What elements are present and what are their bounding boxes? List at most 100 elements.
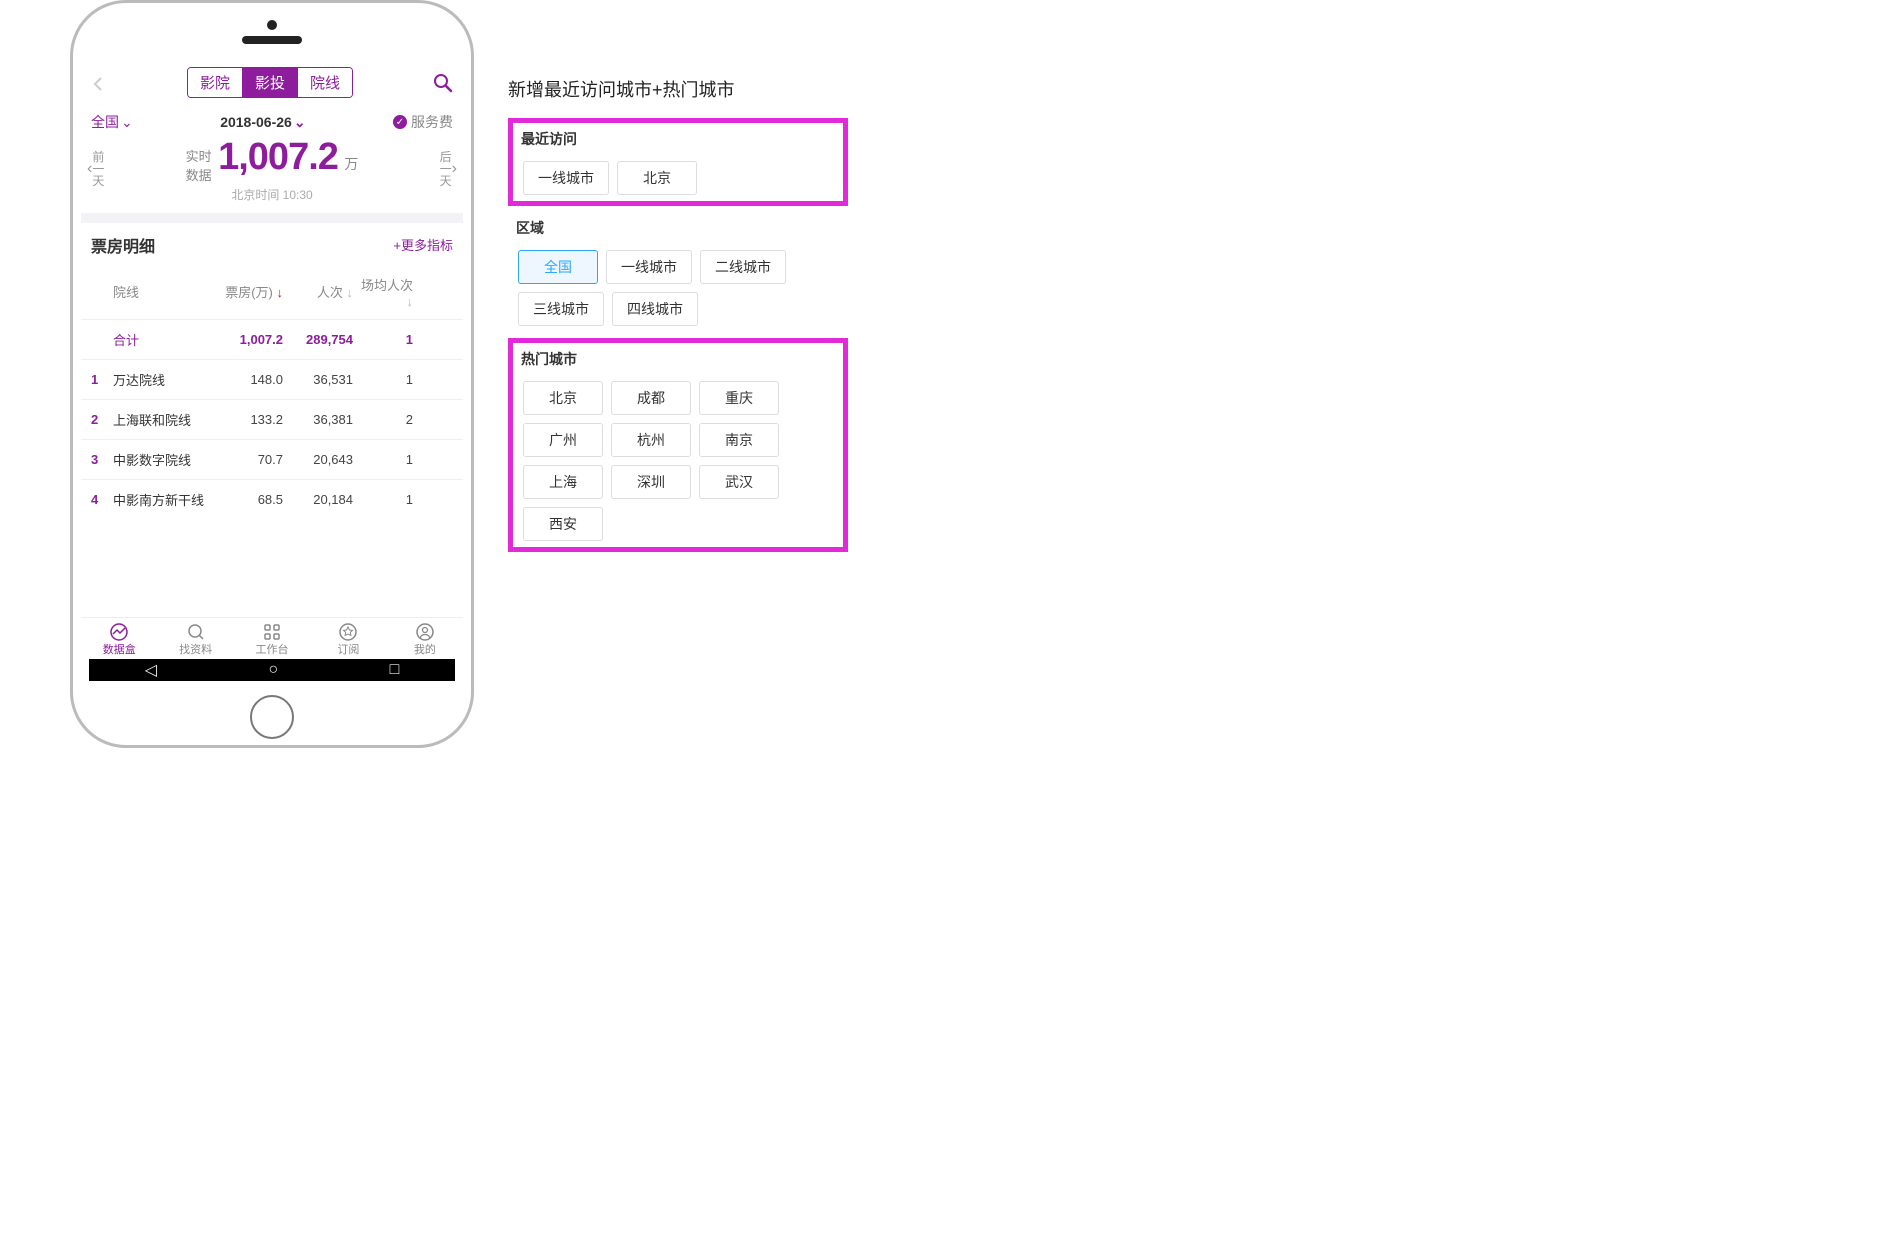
row-box: 133.2 — [213, 412, 283, 427]
more-indicators-link[interactable]: +更多指标 — [393, 235, 453, 254]
city-section: 区域全国一线城市二线城市三线城市四线城市 — [508, 212, 848, 332]
total-avg: 1 — [353, 332, 413, 347]
hero-time: 北京时间 10:30 — [186, 186, 359, 203]
chevron-down-icon: ⌄ — [121, 114, 133, 131]
city-chip[interactable]: 上海 — [523, 465, 603, 499]
row-avg: 2 — [353, 412, 413, 427]
android-nav-bar: ◁ ○ □ — [89, 659, 455, 681]
city-chip[interactable]: 重庆 — [699, 381, 779, 415]
row-att: 20,643 — [283, 452, 353, 467]
fee-toggle[interactable]: ✓ 服务费 — [393, 112, 453, 132]
app-header: 影院 影投 院线 — [81, 61, 463, 104]
col-avg[interactable]: 场均人次 ↓ — [353, 275, 413, 309]
table-header: 院线 票房(万) ↓ 人次 ↓ 场均人次 ↓ — [81, 265, 463, 319]
android-recent-icon[interactable]: □ — [390, 661, 400, 679]
city-picker-panel: 最近访问一线城市北京区域全国一线城市二线城市三线城市四线城市热门城市北京成都重庆… — [508, 118, 848, 558]
prev-day-button[interactable]: ‹ 前 一 天 — [87, 151, 104, 187]
speaker-slot — [242, 36, 302, 44]
row-rank: 2 — [91, 412, 113, 427]
nav-label: 数据盒 — [103, 644, 136, 656]
city-chip[interactable]: 南京 — [699, 423, 779, 457]
city-chip[interactable]: 北京 — [617, 161, 697, 195]
table-title: 票房明细 — [91, 233, 155, 257]
city-section: 最近访问一线城市北京 — [508, 118, 848, 206]
nav-label: 我的 — [414, 644, 436, 656]
row-rank: 1 — [91, 372, 113, 387]
row-box: 68.5 — [213, 492, 283, 507]
table-row[interactable]: 2上海联和院线133.236,3812 — [81, 399, 463, 439]
tab-chain[interactable]: 院线 — [298, 68, 352, 97]
tab-invest[interactable]: 影投 — [243, 68, 298, 97]
hero-center: 实时 数据 1,007.2 万 北京时间 10:30 — [186, 136, 359, 203]
search-icon — [157, 622, 233, 641]
bottom-nav: 数据盒 找资料 工作台 订阅 — [81, 617, 463, 659]
row-box: 70.7 — [213, 452, 283, 467]
table-row[interactable]: 3中影数字院线70.720,6431 — [81, 439, 463, 479]
chart-icon — [81, 622, 157, 641]
section-title: 热门城市 — [513, 343, 843, 375]
city-chip[interactable]: 全国 — [518, 250, 598, 284]
phone-top — [73, 3, 471, 61]
city-chip[interactable]: 一线城市 — [606, 250, 692, 284]
row-name: 万达院线 — [113, 370, 213, 389]
col-att[interactable]: 人次 ↓ — [283, 282, 353, 301]
row-box: 148.0 — [213, 372, 283, 387]
realtime-label: 实时 数据 — [186, 146, 212, 184]
city-chip[interactable]: 北京 — [523, 381, 603, 415]
row-att: 36,381 — [283, 412, 353, 427]
date-label: 2018-06-26 — [220, 114, 292, 130]
chip-row: 北京成都重庆广州杭州南京上海深圳武汉西安 — [513, 375, 843, 547]
city-chip[interactable]: 深圳 — [611, 465, 691, 499]
table-row[interactable]: 1万达院线148.036,5311 — [81, 359, 463, 399]
back-icon[interactable] — [91, 70, 107, 96]
total-box: 1,007.2 — [213, 332, 283, 347]
col-name[interactable]: 院线 — [113, 282, 213, 301]
city-chip[interactable]: 广州 — [523, 423, 603, 457]
city-section: 热门城市北京成都重庆广州杭州南京上海深圳武汉西安 — [508, 338, 848, 552]
next-day-text-3: 天 — [440, 175, 452, 187]
city-chip[interactable]: 西安 — [523, 507, 603, 541]
region-label: 全国 — [91, 112, 119, 132]
col-box[interactable]: 票房(万) ↓ — [213, 282, 283, 301]
city-chip[interactable]: 杭州 — [611, 423, 691, 457]
nav-subscribe[interactable]: 订阅 — [310, 622, 386, 657]
search-icon[interactable] — [433, 73, 453, 93]
section-title: 最近访问 — [513, 123, 843, 155]
nav-label: 找资料 — [179, 644, 212, 656]
date-picker[interactable]: 2018-06-26 ⌄ — [220, 114, 305, 131]
row-avg: 1 — [353, 452, 413, 467]
camera-dot — [267, 20, 277, 30]
table-row[interactable]: 4中影南方新干线68.520,1841 — [81, 479, 463, 519]
next-day-button[interactable]: 后 一 天 › — [440, 151, 457, 187]
table-total-row: 合计 1,007.2 289,754 1 — [81, 319, 463, 359]
chip-row: 全国一线城市二线城市三线城市四线城市 — [508, 244, 848, 332]
city-chip[interactable]: 四线城市 — [612, 292, 698, 326]
row-att: 36,531 — [283, 372, 353, 387]
grid-icon — [234, 622, 310, 641]
row-rank: 4 — [91, 492, 113, 507]
city-chip[interactable]: 成都 — [611, 381, 691, 415]
nav-workbench[interactable]: 工作台 — [234, 622, 310, 657]
region-picker[interactable]: 全国 ⌄ — [91, 112, 133, 132]
nav-databox[interactable]: 数据盒 — [81, 622, 157, 657]
tab-cinema[interactable]: 影院 — [188, 68, 243, 97]
section-title: 区域 — [508, 212, 848, 244]
fee-label: 服务费 — [411, 112, 453, 132]
android-back-icon[interactable]: ◁ — [145, 660, 157, 680]
total-name: 合计 — [113, 330, 213, 349]
city-chip[interactable]: 一线城市 — [523, 161, 609, 195]
col-avg-label: 场均人次 — [361, 278, 413, 293]
city-chip[interactable]: 二线城市 — [700, 250, 786, 284]
home-button[interactable] — [250, 695, 294, 739]
chevron-right-icon: › — [452, 160, 457, 178]
city-chip[interactable]: 武汉 — [699, 465, 779, 499]
phone-screen: 影院 影投 院线 全国 ⌄ 2018-06-26 ⌄ ✓ 服务费 — [81, 61, 463, 681]
nav-resources[interactable]: 找资料 — [157, 622, 233, 657]
android-home-icon[interactable]: ○ — [268, 661, 278, 679]
city-chip[interactable]: 三线城市 — [518, 292, 604, 326]
row-name: 中影数字院线 — [113, 450, 213, 469]
row-avg: 1 — [353, 492, 413, 507]
hero-value: 1,007.2 — [218, 136, 338, 178]
col-box-label: 票房(万) — [225, 285, 273, 300]
nav-mine[interactable]: 我的 — [387, 622, 463, 657]
